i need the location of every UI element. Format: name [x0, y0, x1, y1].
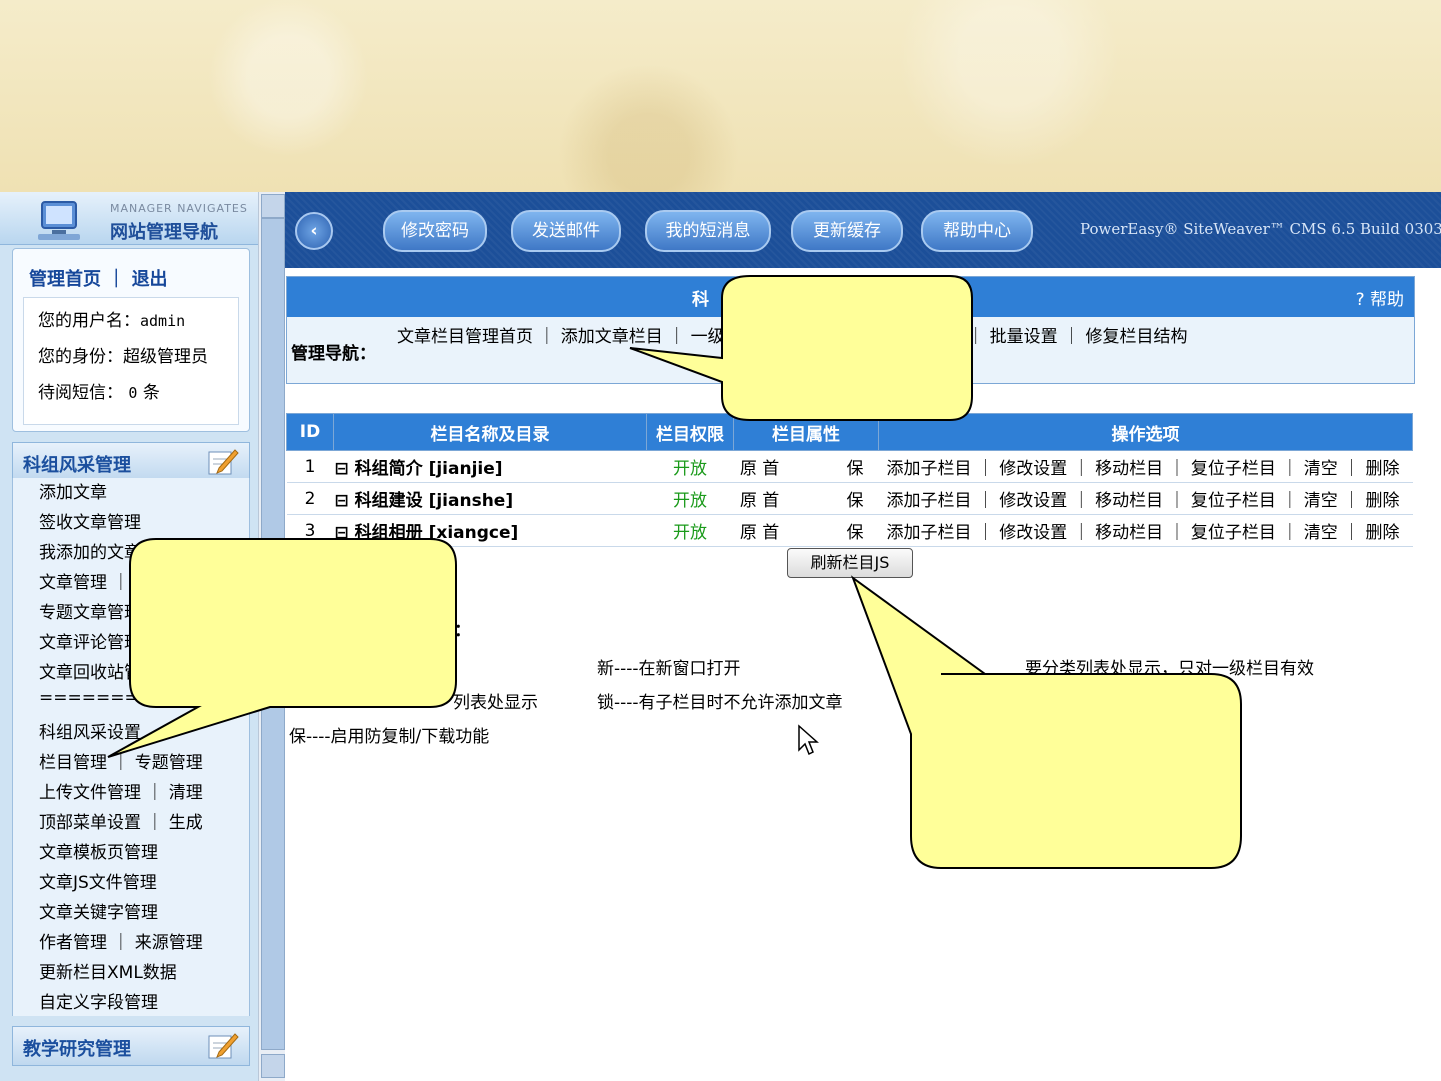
my-messages-button[interactable]: 我的短消息	[645, 210, 771, 252]
table-row: 1 ⊟ 科组简介 [jianjie] 开放 原 首保 添加子栏目 ｜ 修改设置 …	[286, 450, 1413, 483]
sidebar-header: MANAGER NAVIGATES 网站管理导航	[0, 192, 258, 245]
edit-note-icon	[208, 449, 239, 475]
legend-list: 列表处显示	[453, 693, 538, 713]
admin-home-link[interactable]: 管理首页	[29, 269, 101, 290]
operations[interactable]: 添加子栏目 ｜ 修改设置 ｜ 移动栏目 ｜ 复位子栏目 ｜ 清空 ｜ 删除	[878, 482, 1413, 515]
link-separator: ｜	[107, 269, 132, 290]
legend-new: 新----在新窗口打开	[597, 659, 741, 679]
change-password-button[interactable]: 修改密码	[383, 210, 487, 252]
messages-row: 待阅短信： 0 条	[38, 383, 160, 403]
role-value: 超级管理员	[123, 347, 208, 367]
attributes: 原 首保	[733, 450, 879, 483]
menu-item[interactable]: 自定义字段管理	[39, 988, 158, 1013]
logout-link[interactable]: 退出	[132, 269, 168, 290]
update-cache-button[interactable]: 更新缓存	[791, 210, 903, 252]
menu-item[interactable]: 添加文章	[39, 478, 107, 503]
menu-item[interactable]: 签收文章管理	[39, 508, 141, 533]
section-header-teaching[interactable]: 教学研究管理	[12, 1026, 250, 1066]
menu-item[interactable]: 顶部菜单设置 ｜ 生成	[39, 808, 203, 833]
callout-bubble-top	[629, 275, 973, 421]
scroll-down-button[interactable]	[261, 1054, 285, 1078]
help-center-button[interactable]: 帮助中心	[921, 210, 1033, 252]
section-header-kezu[interactable]: 科组风采管理	[12, 442, 250, 482]
admin-links: 管理首页 ｜ 退出	[29, 265, 168, 291]
section-title: 教学研究管理	[23, 1039, 131, 1060]
role-row: 您的身份：超级管理员	[38, 347, 208, 367]
back-icon[interactable]: ‹	[295, 212, 333, 250]
help-link[interactable]: ? 帮助	[1356, 285, 1404, 310]
menu-item[interactable]: 作者管理 ｜ 来源管理	[39, 928, 203, 953]
edit-note-icon	[208, 1033, 239, 1059]
column-name[interactable]: ⊟ 科组建设 [jianshe]	[333, 482, 647, 515]
username-row: 您的用户名：admin	[38, 311, 186, 331]
help-icon: ?	[1355, 290, 1365, 310]
attributes: 原 首保	[733, 482, 879, 515]
header-id: ID	[286, 413, 334, 451]
legend-lock: 锁----有子栏目时不允许添加文章	[597, 693, 843, 713]
scroll-up-button[interactable]	[261, 194, 285, 218]
callout-bubble-left	[107, 538, 457, 758]
menu-item[interactable]: 更新栏目XML数据	[39, 958, 177, 983]
table-row: 2 ⊟ 科组建设 [jianshe] 开放 原 首保 添加子栏目 ｜ 修改设置 …	[286, 482, 1413, 515]
menu-item[interactable]: 上传文件管理 ｜ 清理	[39, 778, 203, 803]
menu-item[interactable]: 文章关键字管理	[39, 898, 158, 923]
top-toolbar: ‹ 修改密码 发送邮件 我的短消息 更新缓存 帮助中心 PowerEasy® S…	[285, 192, 1441, 268]
operations[interactable]: 添加子栏目 ｜ 修改设置 ｜ 移动栏目 ｜ 复位子栏目 ｜ 清空 ｜ 删除	[878, 450, 1413, 483]
operations[interactable]: 添加子栏目 ｜ 修改设置 ｜ 移动栏目 ｜ 复位子栏目 ｜ 清空 ｜ 删除	[878, 514, 1413, 547]
callout-bubble-right	[850, 575, 1242, 869]
username-value: admin	[140, 312, 186, 330]
attributes: 原 首保	[733, 514, 879, 547]
header-english: MANAGER NAVIGATES	[110, 202, 248, 215]
column-table: ID 栏目名称及目录 栏目权限 栏目属性 操作选项 1 ⊟ 科组简介 [jian…	[286, 413, 1413, 547]
product-brand: PowerEasy® SiteWeaver™ CMS 6.5 Build 030…	[1080, 220, 1441, 238]
user-info: 您的用户名：admin 您的身份：超级管理员 待阅短信： 0 条	[23, 297, 239, 425]
menu-item[interactable]: 文章模板页管理	[39, 838, 158, 863]
header-title: 网站管理导航	[110, 222, 218, 243]
section-title: 科组风采管理	[23, 455, 131, 476]
permission: 开放	[646, 482, 734, 515]
menu-item[interactable]: 文章JS文件管理	[39, 868, 157, 893]
monitor-icon	[38, 201, 80, 240]
messages-count: 0	[128, 384, 138, 402]
permission: 开放	[646, 514, 734, 547]
mouse-cursor-icon	[798, 724, 819, 756]
permission: 开放	[646, 450, 734, 483]
nav-label: 管理导航：	[291, 344, 376, 364]
user-box: 管理首页 ｜ 退出 您的用户名：admin 您的身份：超级管理员 待阅短信： 0…	[12, 248, 250, 432]
send-mail-button[interactable]: 发送邮件	[511, 210, 621, 252]
parchment-background	[0, 0, 1441, 192]
column-name[interactable]: ⊟ 科组简介 [jianjie]	[333, 450, 647, 483]
